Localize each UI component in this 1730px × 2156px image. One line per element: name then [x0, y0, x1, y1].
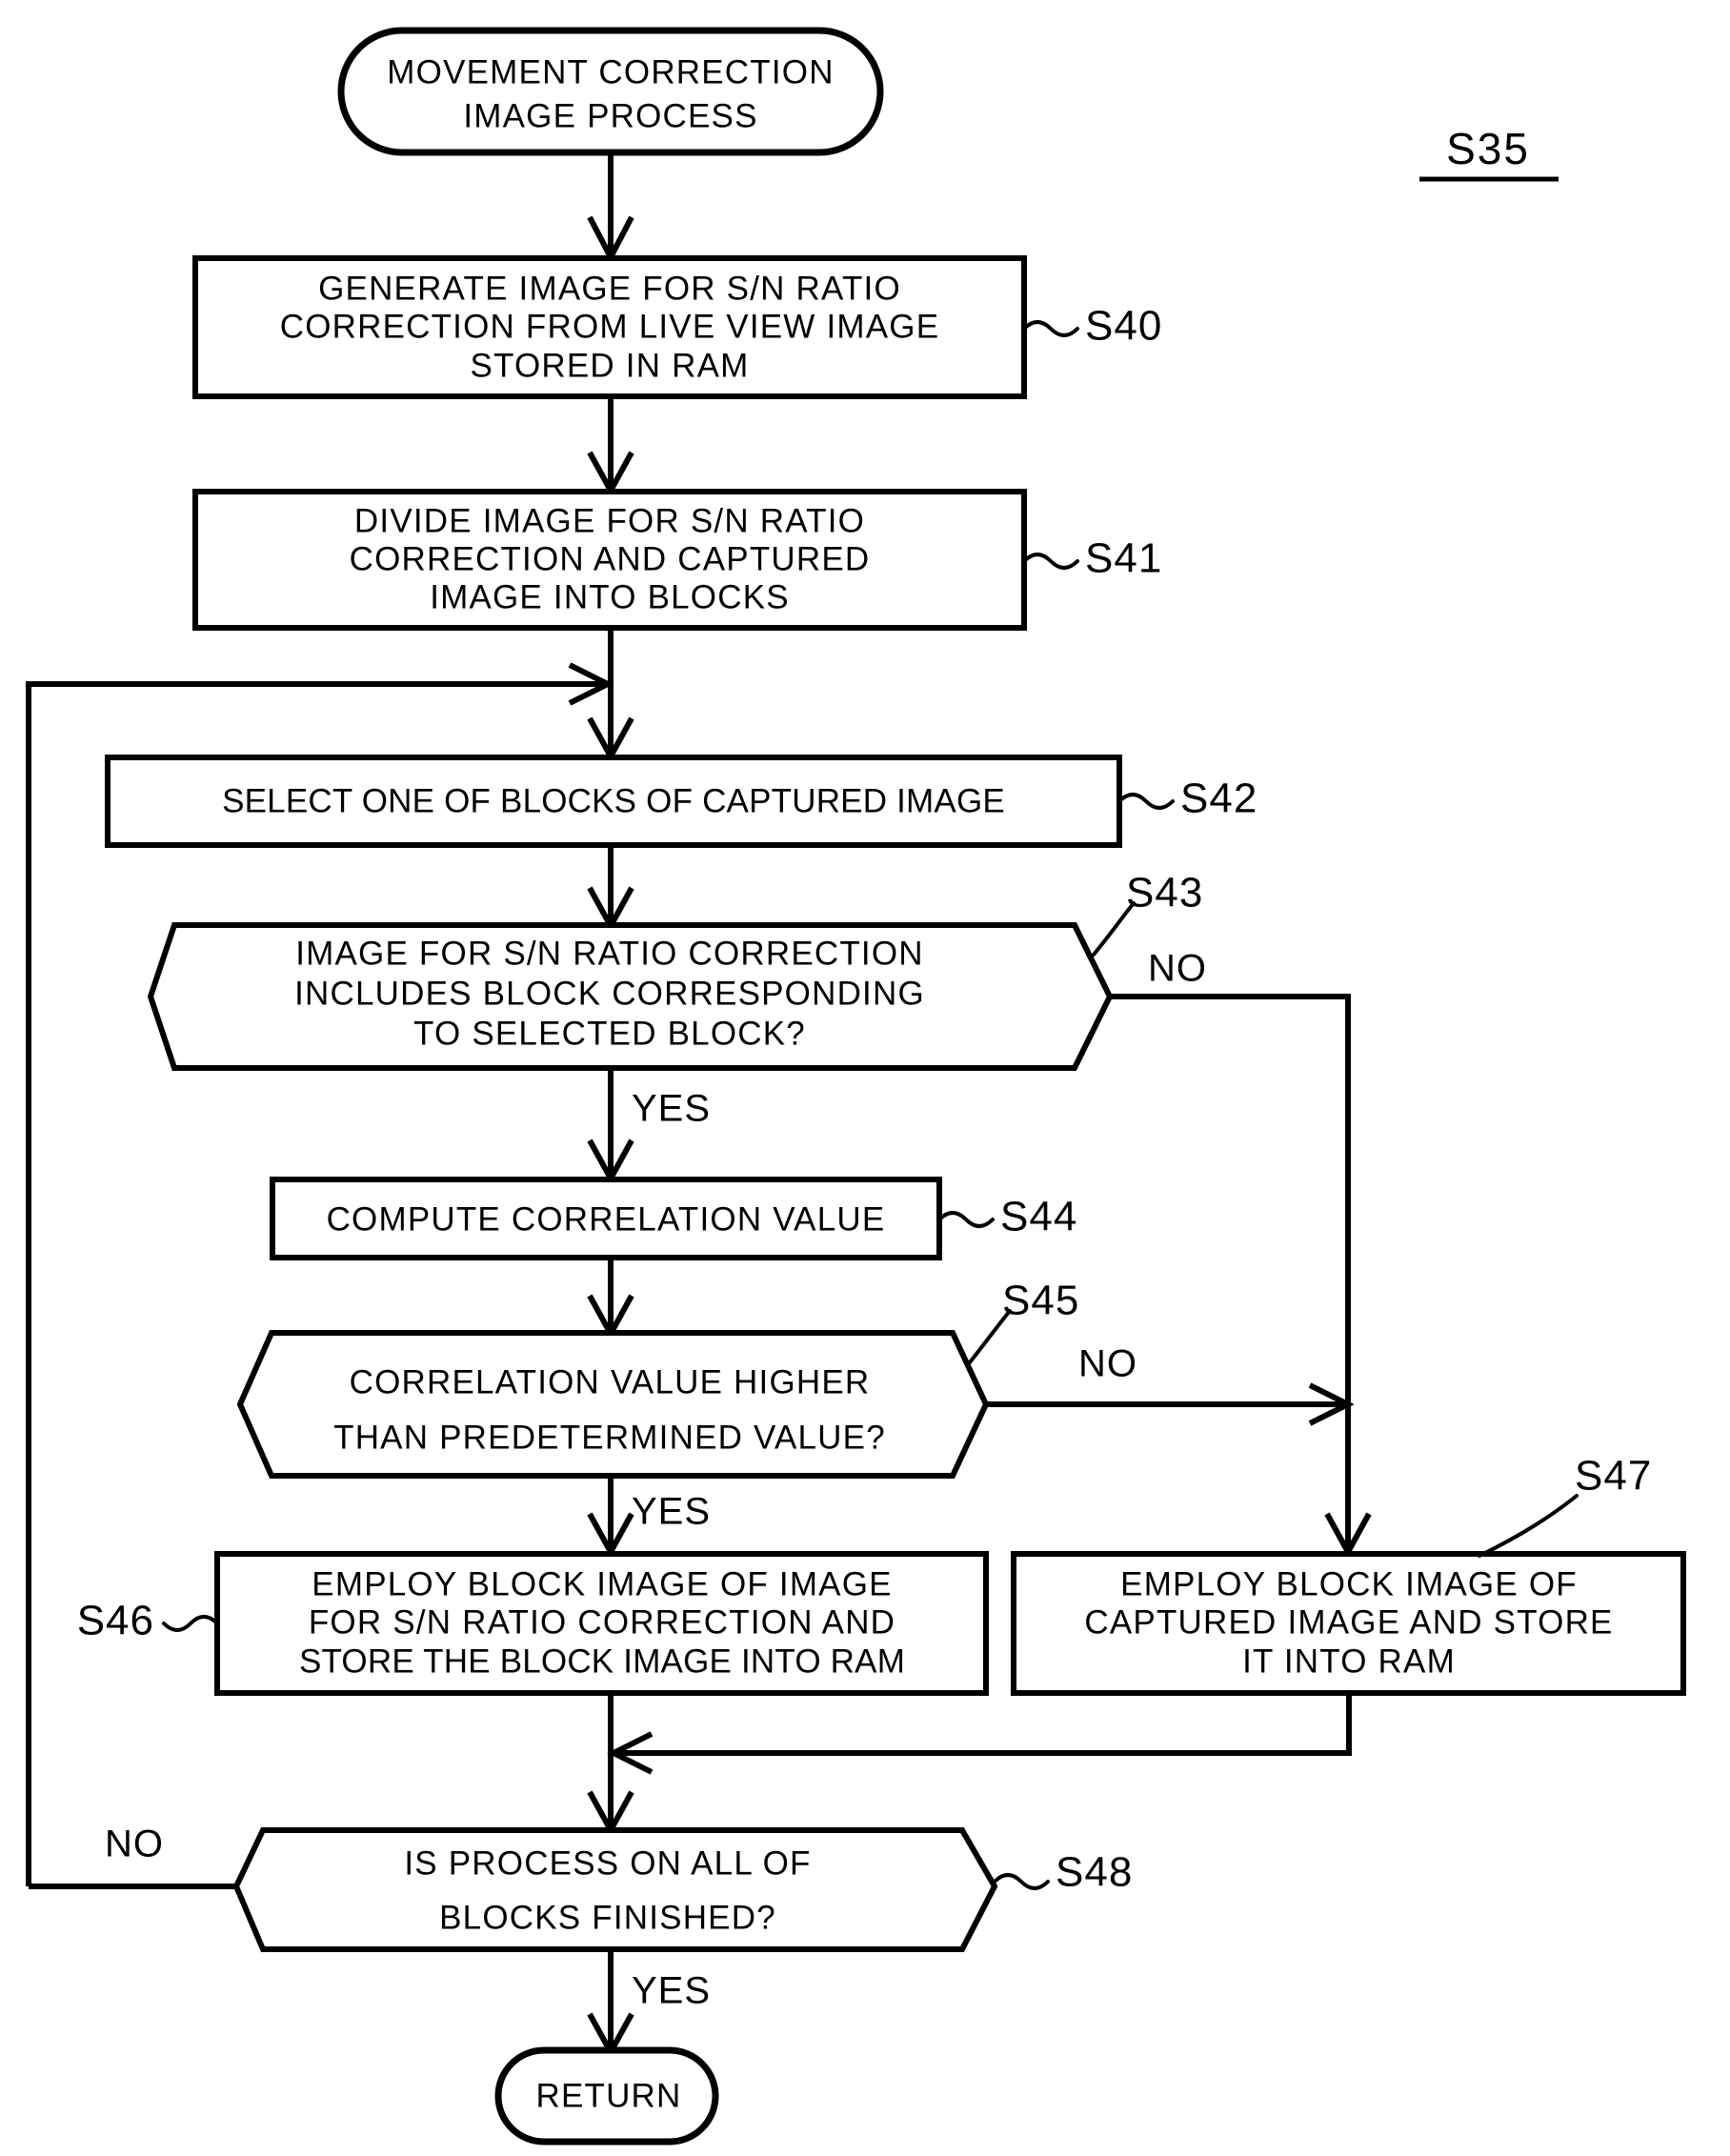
- branch-s43-no-path: [1110, 994, 1351, 1550]
- s44-step-label: S44: [1000, 1194, 1077, 1240]
- s44-leader-line: [937, 1211, 995, 1228]
- s48-yes-label: YES: [632, 1970, 711, 2012]
- s41-line-3: IMAGE INTO BLOCKS: [430, 578, 790, 615]
- merge-s47-to-main: [607, 1693, 1352, 1775]
- node-s41: DIVIDE IMAGE FOR S/N RATIO CORRECTION AN…: [192, 489, 1162, 631]
- s48-no-label: NO: [105, 1824, 164, 1865]
- s46-line-2: FOR S/N RATIO CORRECTION AND: [309, 1603, 895, 1641]
- s47-step-label: S47: [1575, 1453, 1652, 1500]
- arrow-s48-to-return: YES: [587, 1949, 711, 2059]
- loopback-s48-no: [26, 662, 614, 1886]
- s45-no-label: NO: [1078, 1343, 1137, 1385]
- branch-s43-yes: YES: [587, 1068, 711, 1185]
- arrow-s44-to-s45: [587, 1258, 634, 1340]
- s45-line-1: CORRELATION VALUE HIGHER: [350, 1363, 871, 1400]
- s47-line-1: EMPLOY BLOCK IMAGE OF: [1120, 1565, 1578, 1602]
- s45-yes-label: YES: [632, 1491, 711, 1533]
- merge-s47-path: [615, 1693, 1352, 1756]
- node-s46: EMPLOY BLOCK IMAGE OF IMAGE FOR S/N RATI…: [77, 1551, 989, 1696]
- s40-line-2: CORRECTION FROM LIVE VIEW IMAGE: [280, 308, 940, 345]
- s43-line-1: IMAGE FOR S/N RATIO CORRECTION: [295, 935, 924, 972]
- node-s40: GENERATE IMAGE FOR S/N RATIO CORRECTION …: [192, 255, 1162, 399]
- s41-line-2: CORRECTION AND CAPTURED: [350, 540, 871, 577]
- s40-step-label: S40: [1085, 303, 1162, 350]
- s45-line-2: THAN PREDETERMINED VALUE?: [333, 1419, 886, 1456]
- figure-label: S35: [1446, 124, 1530, 173]
- s41-leader-line: [1022, 553, 1079, 570]
- s47-line-3: IT INTO RAM: [1242, 1642, 1456, 1680]
- s42-leader-line: [1117, 793, 1175, 810]
- node-s42: SELECT ONE OF BLOCKS OF CAPTURED IMAGE S…: [105, 755, 1257, 848]
- figure-label-group: S35: [1419, 124, 1559, 182]
- end-line-1: RETURN: [535, 2077, 681, 2114]
- s48-line-2: BLOCKS FINISHED?: [439, 1899, 776, 1936]
- node-s45: CORRELATION VALUE HIGHER THAN PREDETERMI…: [236, 1278, 1137, 1479]
- s43-step-label: S43: [1126, 870, 1203, 917]
- s43-line-3: TO SELECTED BLOCK?: [413, 1015, 806, 1052]
- node-s43: IMAGE FOR S/N RATIO CORRECTION INCLUDES …: [147, 870, 1207, 1071]
- loopback-path: [26, 681, 605, 1886]
- s43-line-2: INCLUDES BLOCK CORRESPONDING: [294, 975, 925, 1012]
- s48-line-1: IS PROCESS ON ALL OF: [404, 1844, 811, 1882]
- s42-line-1: SELECT ONE OF BLOCKS OF CAPTURED IMAGE: [222, 782, 1005, 819]
- s41-step-label: S41: [1085, 535, 1162, 582]
- node-end: RETURN: [494, 2046, 719, 2146]
- s46-line-1: EMPLOY BLOCK IMAGE OF IMAGE: [312, 1565, 892, 1602]
- branch-s45-yes: YES: [587, 1476, 711, 1559]
- s46-leader-line: [162, 1615, 219, 1632]
- s44-line-1: COMPUTE CORRELATION VALUE: [327, 1200, 886, 1238]
- s45-step-label: S45: [1002, 1278, 1079, 1324]
- node-s44: COMPUTE CORRELATION VALUE S44: [270, 1177, 1077, 1260]
- s47-line-2: CAPTURED IMAGE AND STORE: [1084, 1603, 1613, 1641]
- s42-step-label: S42: [1180, 776, 1257, 822]
- arrow-s42-to-s43: [587, 845, 634, 933]
- branch-s43-no: [1110, 994, 1372, 1559]
- s48-step-label: S48: [1056, 1849, 1133, 1896]
- arrow-s40-to-s41: [587, 396, 634, 497]
- arrow-start-to-s40: [587, 152, 634, 264]
- s40-line-3: STORED IN RAM: [470, 347, 749, 384]
- s48-leader-line: [993, 1873, 1050, 1890]
- s47-leader-line: [1478, 1494, 1579, 1558]
- flowchart-canvas: S35 MOVEMENT CORRECTION IMAGE PROCESS GE…: [26, 27, 1686, 2146]
- s40-leader-line: [1022, 320, 1079, 337]
- s40-line-1: GENERATE IMAGE FOR S/N RATIO: [318, 270, 901, 307]
- start-line-2: IMAGE PROCESS: [463, 97, 757, 134]
- s43-yes-label: YES: [632, 1088, 711, 1130]
- branch-s45-no: [986, 1382, 1355, 1426]
- s46-step-label: S46: [77, 1598, 154, 1644]
- s41-line-1: DIVIDE IMAGE FOR S/N RATIO: [354, 502, 865, 539]
- s43-no-label: NO: [1148, 948, 1207, 990]
- start-line-1: MOVEMENT CORRECTION: [387, 53, 834, 91]
- flowchart-diagram: S35 MOVEMENT CORRECTION IMAGE PROCESS GE…: [0, 0, 1730, 2156]
- node-start: MOVEMENT CORRECTION IMAGE PROCESS: [337, 27, 884, 156]
- s46-line-3: STORE THE BLOCK IMAGE INTO RAM: [299, 1642, 905, 1680]
- node-s48: IS PROCESS ON ALL OF BLOCKS FINISHED? S4…: [29, 1824, 1133, 1952]
